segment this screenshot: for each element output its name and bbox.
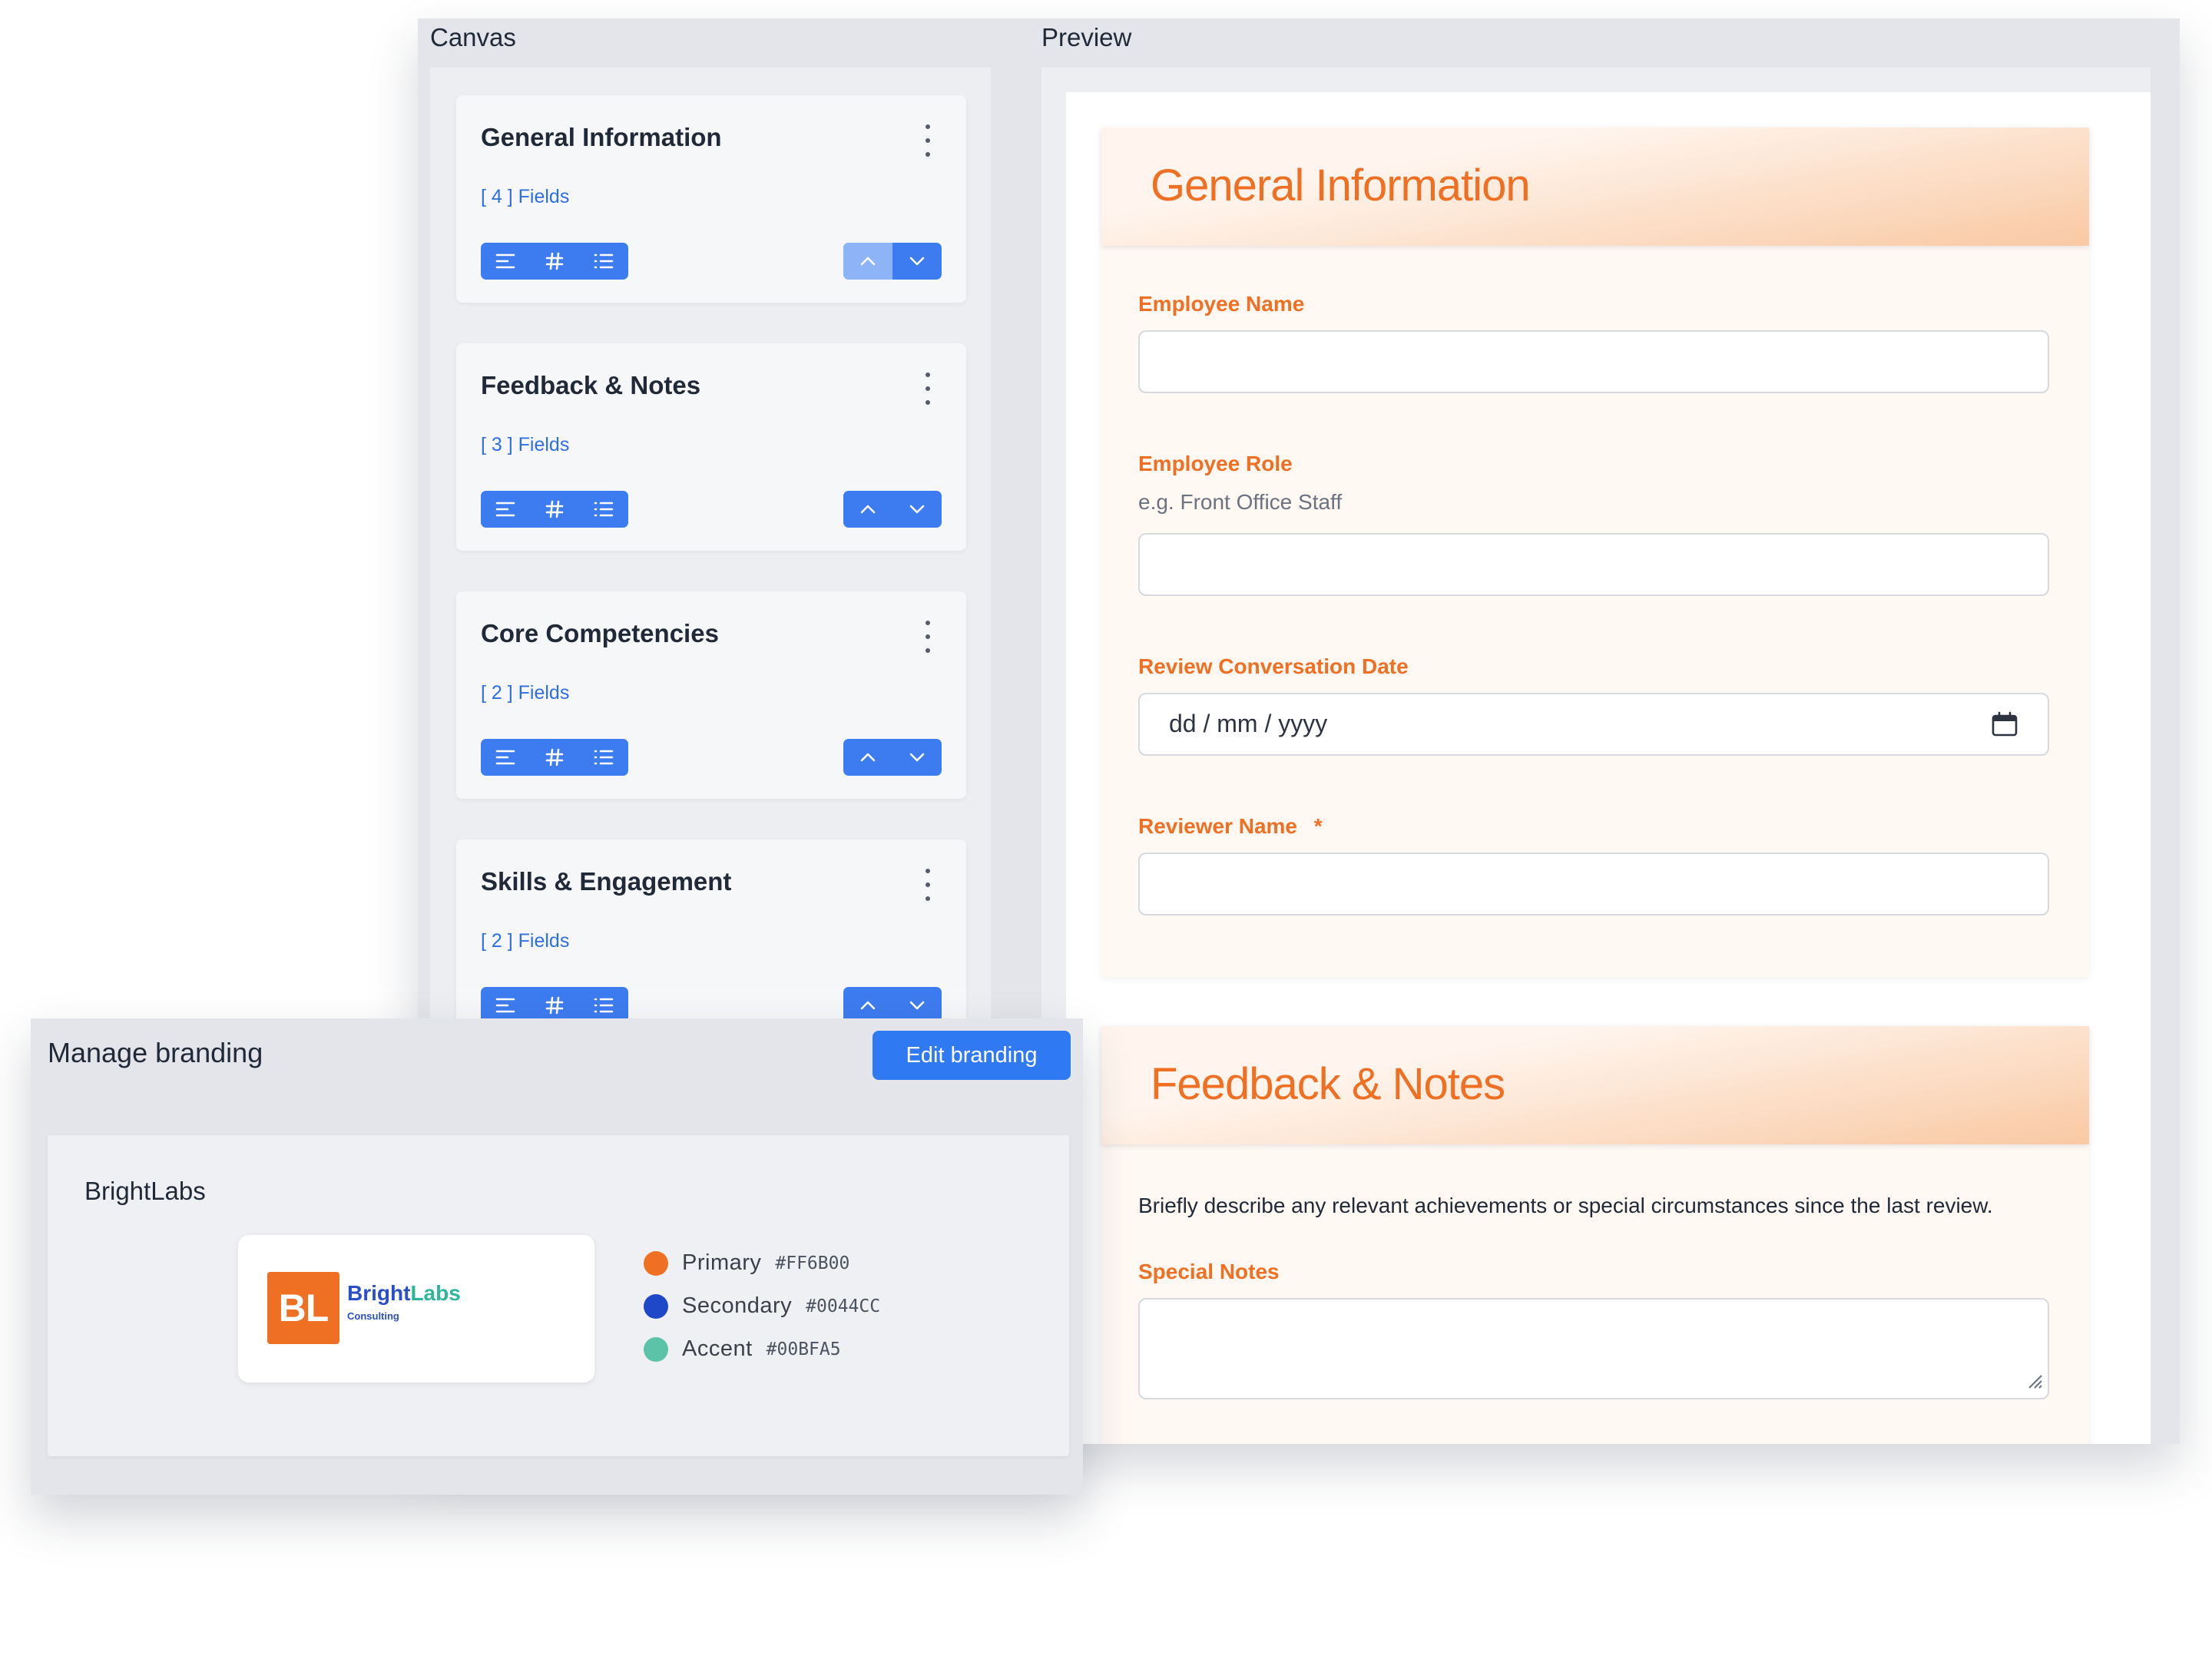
section-title: General Information xyxy=(1151,161,1531,210)
chevron-up-icon[interactable] xyxy=(843,739,892,776)
color-primary: Primary #FF6B00 xyxy=(644,1250,849,1276)
hash-icon[interactable] xyxy=(530,491,579,528)
branding-title: Manage branding xyxy=(48,1037,263,1068)
edit-branding-button[interactable]: Edit branding xyxy=(873,1031,1071,1080)
employee-role-hint: e.g. Front Office Staff xyxy=(1138,490,1343,514)
section-card-title: Skills & Engagement xyxy=(481,867,732,896)
manage-branding-panel: Manage branding Edit branding BrightLabs… xyxy=(31,1018,1083,1495)
logo-word-part1: Bright xyxy=(347,1281,411,1305)
calendar-icon[interactable] xyxy=(1991,711,2018,741)
preview-panel[interactable]: General Information Employee Name Employ… xyxy=(1041,68,2151,1444)
color-label: Accent xyxy=(682,1336,753,1361)
brand-name: BrightLabs xyxy=(84,1177,206,1205)
brand-card: BrightLabs BL BrightLabs Consulting Prim… xyxy=(48,1135,1069,1456)
resize-handle-icon[interactable] xyxy=(2026,1373,2043,1393)
field-type-toolbar xyxy=(481,243,628,280)
reviewer-name-input[interactable] xyxy=(1138,853,2049,916)
list-icon[interactable] xyxy=(579,491,628,528)
section-card-title: Core Competencies xyxy=(481,619,719,647)
section-card-title: Feedback & Notes xyxy=(481,371,701,399)
section-card-skills-engagement[interactable]: Skills & Engagement [ 2 ] Fields xyxy=(456,839,966,1047)
color-hex: #0044CC xyxy=(806,1296,881,1316)
logo-wordmark: BrightLabs xyxy=(347,1281,461,1306)
align-left-icon[interactable] xyxy=(481,243,530,280)
field-type-toolbar xyxy=(481,491,628,528)
primary-color-swatch xyxy=(644,1250,668,1276)
reviewer-name-label-text: Reviewer Name xyxy=(1138,814,1298,838)
secondary-color-swatch xyxy=(644,1293,668,1319)
chevron-down-icon[interactable] xyxy=(892,491,942,528)
more-vertical-icon[interactable] xyxy=(920,373,935,405)
section-card-core-competencies[interactable]: Core Competencies [ 2 ] Fields xyxy=(456,591,966,799)
color-label: Primary xyxy=(682,1250,762,1275)
color-secondary: Secondary #0044CC xyxy=(644,1293,880,1319)
hash-icon[interactable] xyxy=(530,739,579,776)
field-count: [ 3 ] Fields xyxy=(481,434,570,455)
review-date-input[interactable]: dd / mm / yyyy xyxy=(1138,693,2049,756)
accent-color-swatch xyxy=(644,1336,668,1362)
field-count: [ 4 ] Fields xyxy=(481,186,570,207)
align-left-icon[interactable] xyxy=(481,491,530,528)
reorder-buttons xyxy=(843,243,942,280)
field-count: [ 2 ] Fields xyxy=(481,930,570,952)
more-vertical-icon[interactable] xyxy=(920,621,935,653)
hash-icon[interactable] xyxy=(530,243,579,280)
employee-role-input[interactable] xyxy=(1138,533,2049,596)
review-date-label: Review Conversation Date xyxy=(1138,654,1409,678)
section-header: Feedback & Notes xyxy=(1101,1026,2089,1144)
reviewer-name-label: Reviewer Name * xyxy=(1138,814,1323,839)
more-vertical-icon[interactable] xyxy=(920,124,935,157)
required-marker: * xyxy=(1313,814,1323,838)
preview-heading: Preview xyxy=(1041,23,1132,51)
date-placeholder: dd / mm / yyyy xyxy=(1169,710,1328,737)
brand-logo: BL BrightLabs Consulting xyxy=(238,1235,594,1382)
logo-subtitle: Consulting xyxy=(347,1310,399,1322)
more-vertical-icon[interactable] xyxy=(920,869,935,901)
form-section-feedback-notes: Feedback & Notes Briefly describe any re… xyxy=(1101,1026,2089,1444)
list-icon[interactable] xyxy=(579,739,628,776)
special-notes-textarea[interactable] xyxy=(1138,1298,2049,1399)
color-label: Secondary xyxy=(682,1293,793,1318)
chevron-down-icon[interactable] xyxy=(892,739,942,776)
chevron-up-icon[interactable] xyxy=(843,243,892,280)
section-description: Briefly describe any relevant achievemen… xyxy=(1138,1194,1993,1217)
logo-mark: BL xyxy=(267,1272,339,1344)
align-left-icon[interactable] xyxy=(481,739,530,776)
section-card-general-information[interactable]: General Information [ 4 ] Fields xyxy=(456,95,966,303)
field-count: [ 2 ] Fields xyxy=(481,682,570,704)
employee-role-label: Employee Role xyxy=(1138,452,1293,475)
reorder-buttons xyxy=(843,491,942,528)
color-hex: #00BFA5 xyxy=(766,1339,841,1359)
list-icon[interactable] xyxy=(579,243,628,280)
color-hex: #FF6B00 xyxy=(775,1253,850,1273)
section-title: Feedback & Notes xyxy=(1151,1059,1505,1109)
employee-name-input[interactable] xyxy=(1138,330,2049,393)
logo-word-part2: Labs xyxy=(410,1281,461,1305)
section-card-title: General Information xyxy=(481,123,722,151)
reorder-buttons xyxy=(843,739,942,776)
form-preview: General Information Employee Name Employ… xyxy=(1066,92,2151,1444)
section-card-feedback-notes[interactable]: Feedback & Notes [ 3 ] Fields xyxy=(456,343,966,551)
chevron-up-icon[interactable] xyxy=(843,491,892,528)
field-type-toolbar xyxy=(481,739,628,776)
form-section-general-information: General Information Employee Name Employ… xyxy=(1101,127,2089,977)
special-notes-label: Special Notes xyxy=(1138,1260,1280,1283)
employee-name-label: Employee Name xyxy=(1138,292,1305,316)
section-header: General Information xyxy=(1101,127,2089,246)
canvas-heading: Canvas xyxy=(430,23,516,51)
color-accent: Accent #00BFA5 xyxy=(644,1336,841,1362)
chevron-down-icon[interactable] xyxy=(892,243,942,280)
